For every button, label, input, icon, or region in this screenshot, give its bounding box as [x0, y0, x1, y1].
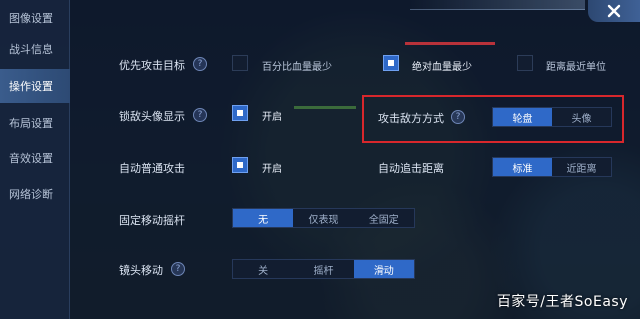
lock-avatar-label: 锁敌头像显示: [119, 110, 185, 123]
option-nearest-unit-label: 距离最近单位: [546, 62, 606, 73]
auto-chase-toggle: 标准 近距离: [492, 157, 612, 177]
help-icon[interactable]: ?: [171, 262, 185, 276]
sidebar-item-controls[interactable]: 操作设置: [0, 69, 70, 103]
camera-move-joystick[interactable]: 摇杆: [293, 260, 353, 278]
auto-attack-label: 自动普通攻击: [119, 162, 185, 175]
sidebar-item-audio[interactable]: 音效设置: [0, 141, 70, 175]
option-absolute-hp-label: 绝对血量最少: [412, 62, 472, 73]
attack-method-avatar[interactable]: 头像: [552, 108, 611, 126]
top-header-bar: [410, 0, 585, 10]
auto-chase-near[interactable]: 近距离: [552, 158, 611, 176]
ally-health-bar: [294, 106, 356, 109]
checkbox-nearest-unit[interactable]: [517, 55, 533, 71]
camera-move-label: 镜头移动: [119, 264, 163, 277]
enemy-health-bar: [405, 42, 495, 45]
auto-chase-label: 自动追击距离: [378, 162, 444, 175]
watermark: 百家号/王者SoEasy: [496, 294, 628, 310]
fixed-joystick-visual-only[interactable]: 仅表现: [293, 209, 353, 227]
help-icon[interactable]: ?: [451, 110, 465, 124]
help-icon[interactable]: ?: [193, 108, 207, 122]
attack-method-wheel[interactable]: 轮盘: [493, 108, 552, 126]
help-icon[interactable]: ?: [193, 57, 207, 71]
close-icon: [607, 4, 621, 18]
camera-move-off[interactable]: 关: [233, 260, 293, 278]
attack-method-toggle: 轮盘 头像: [492, 107, 612, 127]
checkbox-percent-hp[interactable]: [232, 55, 248, 71]
target-priority-label: 优先攻击目标: [119, 59, 185, 72]
lock-avatar-on-label: 开启: [262, 112, 282, 123]
settings-sidebar: 图像设置 战斗信息 操作设置 布局设置 音效设置 网络诊断: [0, 0, 70, 319]
close-button[interactable]: [588, 0, 640, 22]
camera-move-toggle: 关 摇杆 滑动: [232, 259, 415, 279]
checkbox-auto-attack[interactable]: [232, 157, 248, 173]
fixed-joystick-full[interactable]: 全固定: [354, 209, 414, 227]
fixed-joystick-label: 固定移动摇杆: [119, 214, 185, 227]
camera-move-swipe[interactable]: 滑动: [353, 260, 414, 278]
checkbox-absolute-hp[interactable]: [383, 55, 399, 71]
sidebar-item-graphics[interactable]: 图像设置: [0, 1, 70, 35]
sidebar-item-battle-info[interactable]: 战斗信息: [0, 32, 70, 66]
attack-method-label: 攻击敌方方式: [378, 112, 444, 125]
fixed-joystick-none[interactable]: 无: [233, 209, 294, 227]
option-percent-hp-label: 百分比血量最少: [262, 62, 332, 73]
sidebar-item-network[interactable]: 网络诊断: [0, 177, 70, 211]
fixed-joystick-toggle: 无 仅表现 全固定: [232, 208, 415, 228]
sidebar-item-layout[interactable]: 布局设置: [0, 106, 70, 140]
auto-chase-standard[interactable]: 标准: [493, 158, 552, 176]
checkbox-lock-avatar[interactable]: [232, 105, 248, 121]
auto-attack-on-label: 开启: [262, 164, 282, 175]
